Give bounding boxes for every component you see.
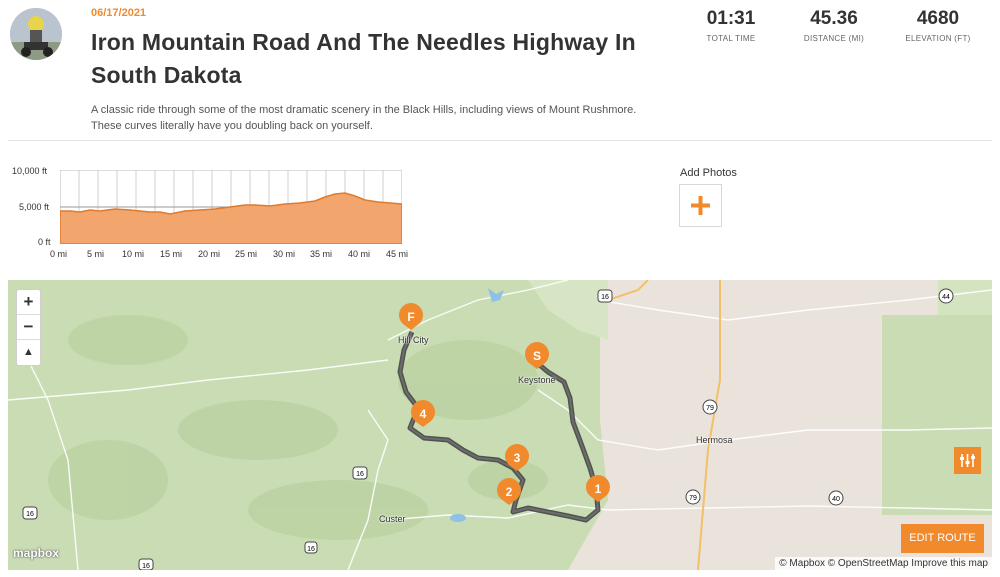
road-shield: 16 xyxy=(352,466,368,480)
map-canvas[interactable]: 16 44 79 79 16 40 16 16 16 F S 4 3 2 1 xyxy=(8,280,992,570)
sliders-icon xyxy=(960,454,975,467)
stat-value: 4680 xyxy=(916,8,960,29)
marker-label: 1 xyxy=(595,482,602,496)
elevation-x-label: 35 mi xyxy=(310,249,333,259)
page-title: Iron Mountain Road And The Needles Highw… xyxy=(91,29,636,88)
road-shield: 79 xyxy=(685,489,701,505)
elevation-y-label: 0 ft xyxy=(38,237,51,247)
elevation-y-label: 5,000 ft xyxy=(19,202,50,212)
zoom-controls: + − ▲ xyxy=(16,289,41,366)
elevation-plot xyxy=(60,170,402,244)
town-label: Keystone xyxy=(518,375,556,385)
divider xyxy=(8,140,992,141)
elevation-x-label: 45 mi xyxy=(386,249,409,259)
add-photos-label: Add Photos xyxy=(680,167,737,179)
elevation-y-label: 10,000 ft xyxy=(12,166,48,176)
marker-label: 3 xyxy=(514,451,521,465)
elevation-x-label: 40 mi xyxy=(348,249,371,259)
mapbox-logo[interactable]: mapbox xyxy=(13,546,59,560)
shield-number: 16 xyxy=(601,294,609,301)
stat-value: 01:31 xyxy=(706,8,756,29)
elevation-x-label: 25 mi xyxy=(235,249,258,259)
ride-date: 06/17/2021 xyxy=(91,7,147,19)
shield-number: 40 xyxy=(832,496,840,503)
compass-button[interactable]: ▲ xyxy=(17,340,40,365)
stat-elevation: 4680 ELEVATION (FT) xyxy=(900,8,976,43)
road-shield: 40 xyxy=(828,490,844,506)
road-shield: 16 xyxy=(138,558,154,570)
stat-label: TOTAL TIME xyxy=(706,34,756,43)
shield-number: 79 xyxy=(706,405,714,412)
elevation-x-label: 5 mi xyxy=(87,249,105,259)
road-shield: 44 xyxy=(938,288,954,304)
map-options-button[interactable] xyxy=(954,447,981,474)
elevation-x-label: 0 mi xyxy=(50,249,68,259)
map-attribution[interactable]: © Mapbox © OpenStreetMap Improve this ma… xyxy=(775,557,992,570)
elevation-x-label: 15 mi xyxy=(160,249,183,259)
edit-route-button[interactable]: EDIT ROUTE xyxy=(901,524,984,553)
stat-label: ELEVATION (FT) xyxy=(905,34,971,43)
town-label: Hermosa xyxy=(696,435,733,445)
shield-number: 44 xyxy=(942,294,950,301)
marker-label: F xyxy=(407,310,414,324)
stat-label: DISTANCE (MI) xyxy=(803,34,865,43)
avatar[interactable] xyxy=(10,8,62,60)
elevation-x-label: 20 mi xyxy=(198,249,221,259)
marker-label: 2 xyxy=(506,485,513,499)
add-photo-button[interactable] xyxy=(679,184,722,227)
road-shield: 79 xyxy=(702,399,718,415)
stat-total-time: 01:31 TOTAL TIME xyxy=(700,8,762,43)
ride-description: A classic ride through some of the most … xyxy=(91,104,637,132)
stat-distance: 45.36 DISTANCE (MI) xyxy=(798,8,870,43)
town-label: Custer xyxy=(379,514,406,524)
marker-label: S xyxy=(533,349,541,363)
town-label: Hill City xyxy=(398,335,429,345)
road-shield: 16 xyxy=(304,541,318,554)
elevation-x-label: 30 mi xyxy=(273,249,296,259)
zoom-in-button[interactable]: + xyxy=(17,290,40,315)
plus-icon xyxy=(691,196,710,215)
shield-number: 16 xyxy=(142,563,150,570)
shield-number: 16 xyxy=(307,546,315,553)
marker-label: 4 xyxy=(420,407,427,421)
shield-number: 16 xyxy=(356,471,364,478)
elevation-chart: 10,000 ft 5,000 ft 0 ft 0 mi 5 mi 10 mi … xyxy=(0,160,420,265)
stat-value: 45.36 xyxy=(810,8,858,29)
shield-number: 79 xyxy=(689,495,697,502)
shield-number: 16 xyxy=(26,511,34,518)
zoom-out-button[interactable]: − xyxy=(17,315,40,340)
elevation-x-label: 10 mi xyxy=(122,249,145,259)
road-shield: 16 xyxy=(597,289,613,303)
route-map[interactable]: 16 44 79 79 16 40 16 16 16 F S 4 3 2 1 H… xyxy=(8,280,992,570)
road-shield: 16 xyxy=(22,506,38,520)
